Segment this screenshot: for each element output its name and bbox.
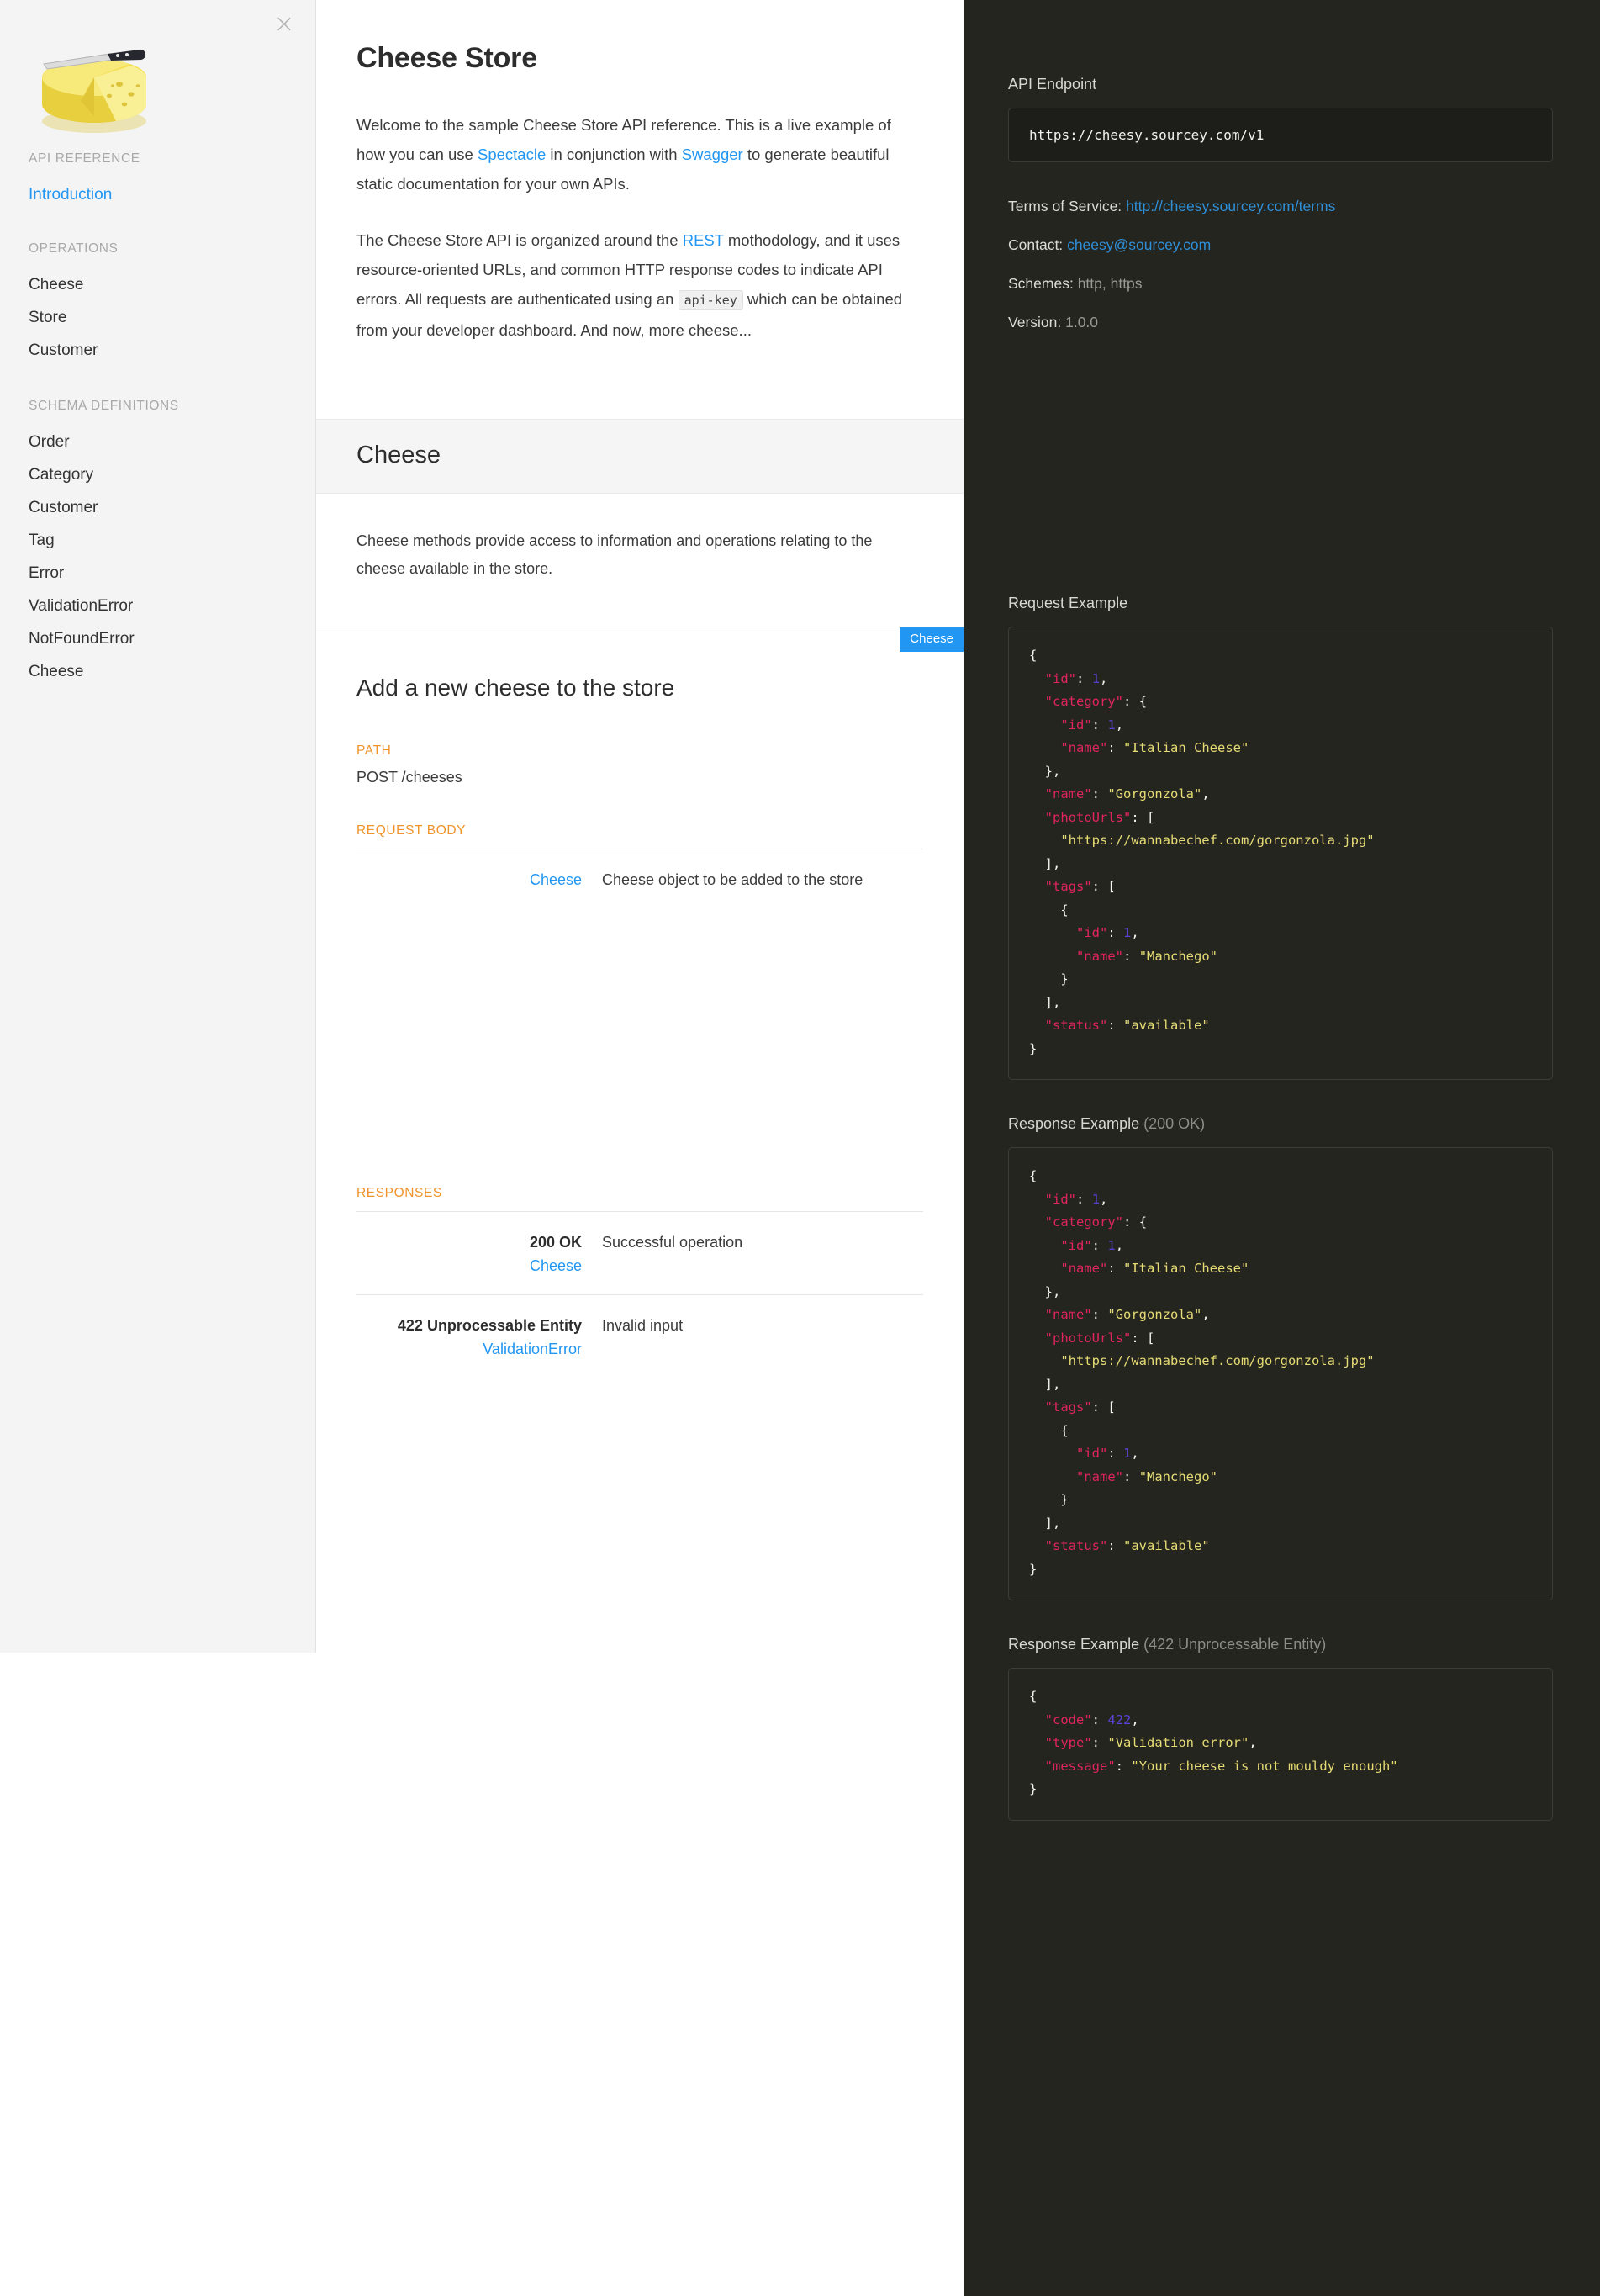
terms-of-service-link[interactable]: http://cheesy.sourcey.com/terms <box>1126 198 1335 214</box>
response-422-code: 422 Unprocessable Entity <box>397 1317 582 1334</box>
response-row-422: 422 Unprocessable Entity ValidationError… <box>356 1295 923 1378</box>
logo <box>0 0 315 151</box>
sidebar-item-introduction[interactable]: Introduction <box>0 178 315 211</box>
sidebar-heading-schema-definitions: SCHEMA DEFINITIONS <box>29 399 179 413</box>
sidebar-heading-api-reference: API REFERENCE <box>29 151 140 166</box>
response-422-description: Invalid input <box>602 1317 684 1334</box>
response-200-example-code: { "id": 1, "category": { "id": 1, "name"… <box>1008 1147 1553 1600</box>
sidebar-item-cheese-schema[interactable]: Cheese <box>0 655 315 688</box>
sidebar-item-store[interactable]: Store <box>0 301 315 334</box>
request-body-description: Cheese object to be added to the store <box>602 871 863 888</box>
responses-label: RESPONSES <box>356 1186 442 1200</box>
sidebar-item-validationerror[interactable]: ValidationError <box>0 590 315 622</box>
contact-label: Contact: <box>1008 236 1064 253</box>
contact-line: Contact: cheesy@sourcey.com <box>1008 235 1553 255</box>
introduction-section: Cheese Store Welcome to the sample Chees… <box>316 0 964 419</box>
tag-title: Cheese <box>356 442 441 468</box>
tag-header: Cheese <box>316 419 964 494</box>
status-badge[interactable]: Cheese <box>900 627 964 652</box>
panel-spacer <box>1008 351 1553 595</box>
intro-paragraph-2: The Cheese Store API is organized around… <box>356 225 916 345</box>
response-200-example-title: Response Example <box>1008 1115 1140 1132</box>
tag-description-text: Cheese methods provide access to informa… <box>356 532 873 577</box>
response-200-schema-link[interactable]: Cheese <box>356 1254 582 1278</box>
intro-paragraph-1: Welcome to the sample Cheese Store API r… <box>356 110 916 198</box>
response-422-example-title: Response Example <box>1008 1636 1140 1653</box>
terms-of-service-label: Terms of Service: <box>1008 198 1122 214</box>
sidebar: × API REFERENCE Introduction OPERATIONS … <box>0 0 316 1653</box>
intro-p2-text1: The Cheese Store API is organized around… <box>356 231 683 249</box>
tag-description: Cheese methods provide access to informa… <box>316 494 964 627</box>
sidebar-item-category[interactable]: Category <box>0 458 315 491</box>
operation-section: Add a new cheese to the store PATH POST … <box>316 627 964 1186</box>
spectacle-api-docs: × API REFERENCE Introduction OPERATIONS … <box>0 0 1600 2296</box>
operation-title: Add a new cheese to the store <box>356 675 675 701</box>
response-422-schema-link[interactable]: ValidationError <box>356 1337 582 1361</box>
intro-p1-text2: in conjunction with <box>546 145 682 163</box>
page-title: Cheese Store <box>356 42 537 74</box>
api-endpoint-label: API Endpoint <box>1008 76 1097 93</box>
right-panel: API Endpoint https://cheesy.sourcey.com/… <box>964 0 1600 2296</box>
cheese-wheel-icon <box>42 49 147 133</box>
response-200-example-label: Response Example (200 OK) <box>1008 1115 1553 1133</box>
schemes-label: Schemes: <box>1008 275 1074 292</box>
sidebar-item-cheese[interactable]: Cheese <box>0 268 315 301</box>
response-200-code-cell: 200 OK Cheese <box>356 1230 600 1278</box>
response-200-description: Successful operation <box>602 1234 743 1251</box>
terms-of-service-line: Terms of Service: http://cheesy.sourcey.… <box>1008 196 1553 216</box>
schemes-value: http, https <box>1077 275 1143 292</box>
layout-spacer <box>356 908 923 1186</box>
sidebar-item-customer[interactable]: Customer <box>0 334 315 367</box>
sidebar-item-tag[interactable]: Tag <box>0 524 315 557</box>
response-200-code: 200 OK <box>529 1234 582 1251</box>
close-icon[interactable]: × <box>270 12 298 40</box>
api-endpoint-value[interactable]: https://cheesy.sourcey.com/v1 <box>1008 108 1553 162</box>
sidebar-heading-operations: OPERATIONS <box>29 241 119 256</box>
contact-link[interactable]: cheesy@sourcey.com <box>1067 236 1211 253</box>
main-content: Cheese Store Welcome to the sample Chees… <box>316 0 964 2296</box>
response-200-example-status: (200 OK) <box>1143 1115 1206 1132</box>
response-422-example-label: Response Example (422 Unprocessable Enti… <box>1008 1636 1553 1653</box>
spectacle-link[interactable]: Spectacle <box>478 145 546 163</box>
version-label: Version: <box>1008 314 1062 331</box>
response-422-code-cell: 422 Unprocessable Entity ValidationError <box>356 1314 600 1361</box>
request-body-row: Cheese Cheese object to be added to the … <box>356 849 923 908</box>
request-body-type-link[interactable]: Cheese <box>356 868 582 891</box>
sidebar-item-error[interactable]: Error <box>0 557 315 590</box>
response-422-example-code: { "code": 422, "type": "Validation error… <box>1008 1668 1553 1821</box>
request-example-code: { "id": 1, "category": { "id": 1, "name"… <box>1008 627 1553 1080</box>
version-value: 1.0.0 <box>1065 314 1099 331</box>
path-value: POST /cheeses <box>356 769 462 786</box>
rest-link[interactable]: REST <box>683 231 724 249</box>
sidebar-item-notfounderror[interactable]: NotFoundError <box>0 622 315 655</box>
swagger-link[interactable]: Swagger <box>682 145 743 163</box>
version-line: Version: 1.0.0 <box>1008 312 1553 332</box>
responses-section: RESPONSES 200 OK Cheese Successful opera… <box>316 1186 964 1378</box>
response-422-example-status: (422 Unprocessable Entity) <box>1143 1636 1327 1653</box>
request-example-label: Request Example <box>1008 595 1128 611</box>
response-row-200: 200 OK Cheese Successful operation <box>356 1212 923 1295</box>
sidebar-item-customer-schema[interactable]: Customer <box>0 491 315 524</box>
path-label: PATH <box>356 743 392 758</box>
sidebar-item-order[interactable]: Order <box>0 426 315 458</box>
request-body-type-cell: Cheese <box>356 868 600 891</box>
schemes-line: Schemes: http, https <box>1008 273 1553 294</box>
api-key-code: api-key <box>678 290 743 310</box>
request-body-label: REQUEST BODY <box>356 823 467 838</box>
